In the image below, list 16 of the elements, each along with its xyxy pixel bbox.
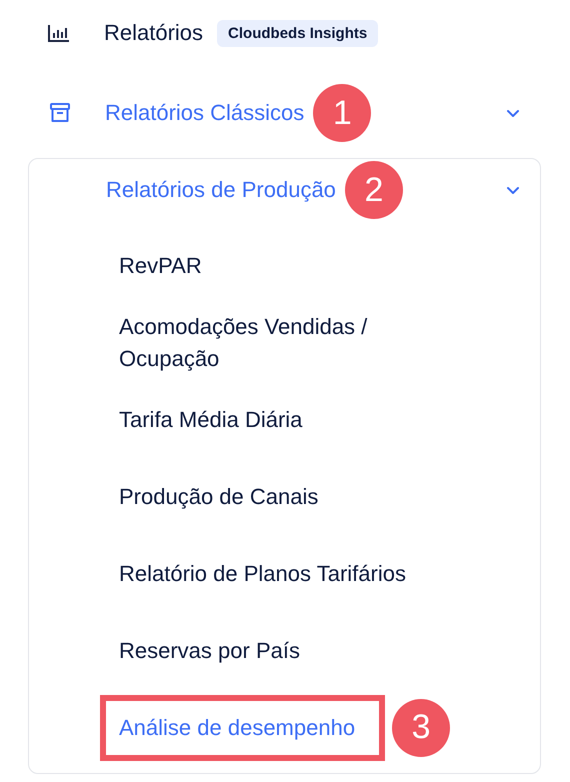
bar-chart-icon (48, 24, 70, 42)
annotation-marker: 3 (392, 698, 450, 756)
report-link[interactable]: Análise de desempenho (100, 694, 386, 760)
report-link[interactable]: RevPAR (100, 232, 232, 298)
menu-title: Relatórios (104, 20, 204, 46)
submenu-item[interactable]: Relatórios de Produção (106, 177, 336, 203)
report-link[interactable]: Relatório de Planos Tarifários (100, 540, 436, 606)
report-link[interactable]: Acomodações Vendidas / Ocupação (100, 304, 462, 380)
section-item[interactable]: Relatórios Clássicos (105, 100, 304, 126)
annotation-marker: 2 (344, 161, 403, 219)
annotation-marker: 1 (313, 84, 372, 142)
report-link[interactable]: Produção de Canais (100, 464, 348, 530)
report-link[interactable]: Tarifa Média Diária (100, 386, 332, 452)
product-badge: Cloudbeds Insights (217, 20, 378, 46)
archive-box-icon (50, 103, 70, 123)
report-link[interactable]: Reservas por País (100, 618, 330, 684)
